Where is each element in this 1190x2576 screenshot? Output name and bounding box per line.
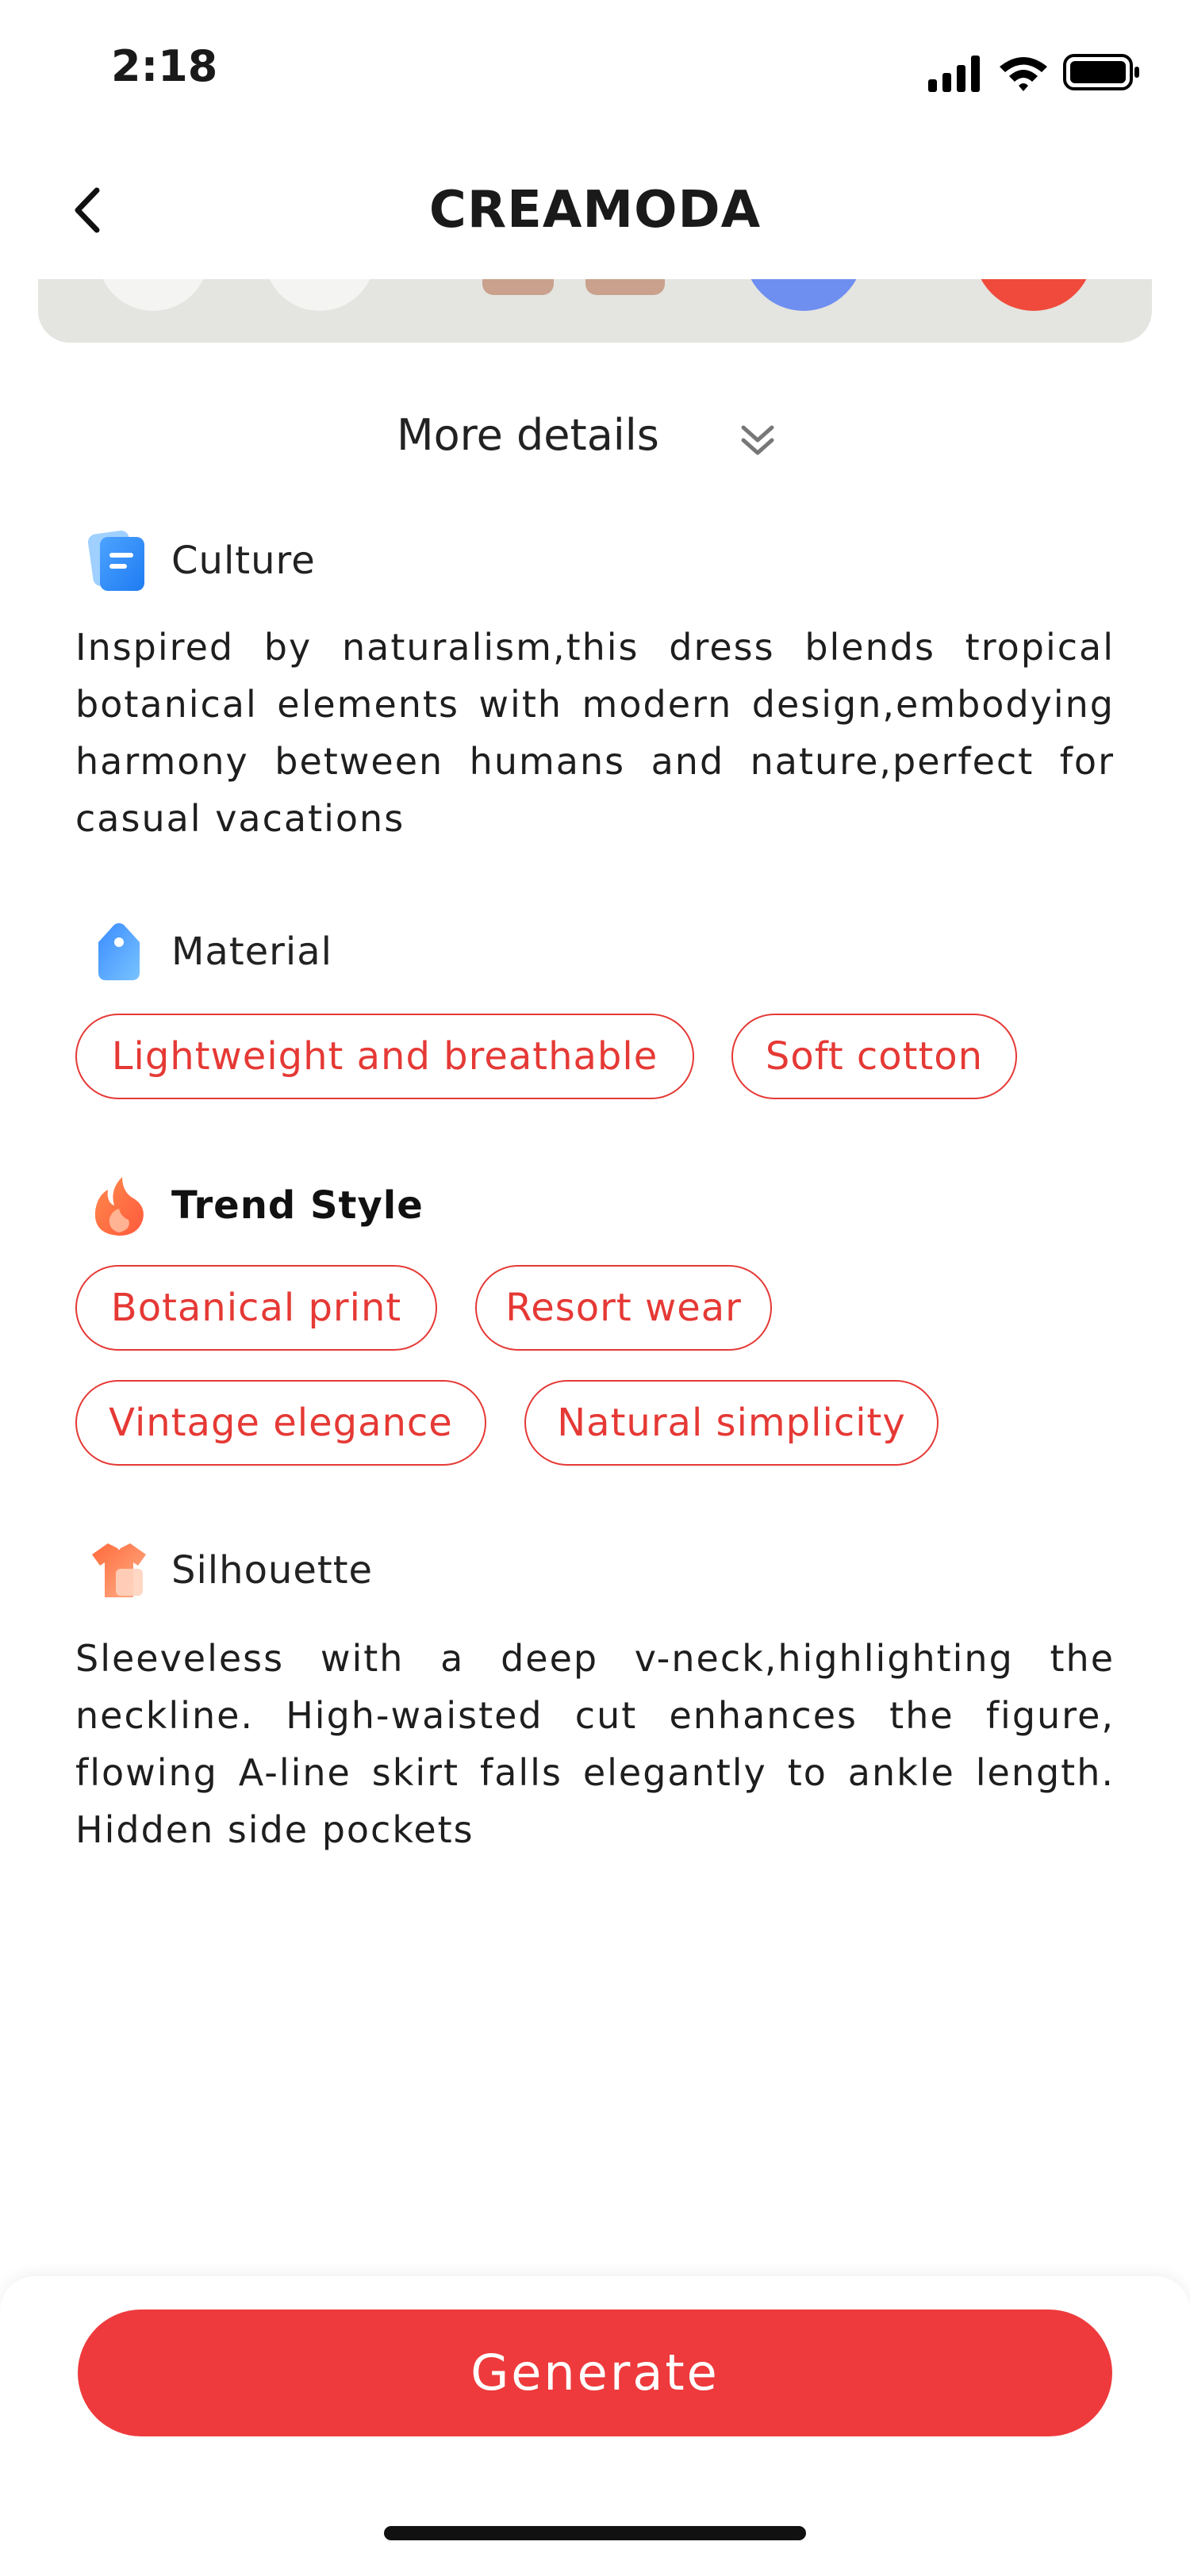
- trend-style-label: Trend Style: [171, 1183, 424, 1228]
- culture-label: Culture: [171, 539, 316, 583]
- generate-button[interactable]: Generate: [78, 2310, 1112, 2436]
- swatch-red: [974, 279, 1093, 311]
- silhouette-description: Sleeveless with a deep v-neck,highlighti…: [75, 1637, 1115, 1851]
- nav-bar: CREAMODA: [0, 159, 1190, 262]
- flame-icon: [94, 1177, 144, 1236]
- swatch-white-1: [98, 279, 209, 311]
- material-section-header: Material: [86, 918, 1117, 990]
- material-tag-1[interactable]: Lightweight and breathable: [75, 1014, 694, 1099]
- swatch-white-2: [264, 279, 375, 311]
- more-details-label: More details: [397, 410, 659, 460]
- trend-tag-4[interactable]: Natural simplicity: [524, 1380, 939, 1466]
- sandal-image: [482, 279, 554, 295]
- battery-icon: [1063, 54, 1139, 90]
- material-tag-2[interactable]: Soft cotton: [731, 1014, 1017, 1099]
- culture-description: Inspired by naturalism,this dress blends…: [75, 626, 1115, 840]
- home-indicator: [384, 2526, 806, 2540]
- trend-style-section-header: Trend Style: [86, 1172, 1117, 1244]
- culture-section-header: Culture: [86, 527, 1117, 599]
- cellular-signal-icon: [928, 56, 980, 92]
- silhouette-section-header: Silhouette: [86, 1537, 1117, 1608]
- document-icon: [87, 530, 144, 591]
- more-details-toggle[interactable]: More details: [0, 401, 1190, 472]
- double-chevron-down-icon: [741, 425, 774, 455]
- material-label: Material: [171, 930, 332, 974]
- product-image: [38, 279, 1152, 343]
- trend-tag-2[interactable]: Resort wear: [475, 1265, 772, 1351]
- status-icons: [920, 49, 1142, 94]
- silhouette-label: Silhouette: [171, 1548, 374, 1593]
- trend-tag-3[interactable]: Vintage elegance: [75, 1380, 486, 1466]
- tag-icon: [98, 923, 140, 980]
- status-time: 2:18: [111, 41, 218, 91]
- swatch-blue: [744, 279, 863, 311]
- shirt-icon: [92, 1543, 146, 1597]
- status-bar: 2:18: [0, 0, 1190, 127]
- wifi-icon: [1000, 57, 1047, 91]
- sandal-image-2: [585, 279, 665, 295]
- trend-tag-1[interactable]: Botanical print: [75, 1265, 437, 1351]
- page-title: CREAMODA: [428, 181, 762, 240]
